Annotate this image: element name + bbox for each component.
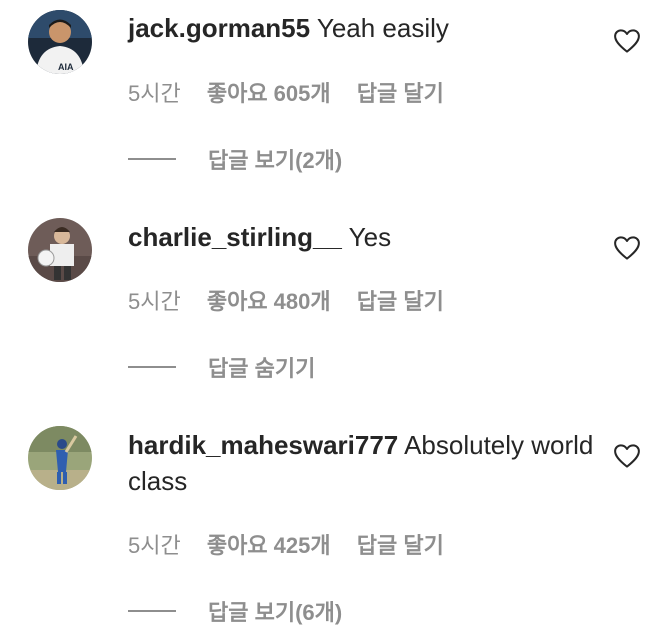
comment-meta: 5시간 좋아요 425개 답글 달기 xyxy=(128,528,464,560)
svg-text:AIA: AIA xyxy=(58,62,74,72)
view-replies-toggle[interactable]: 답글 보기(2개) xyxy=(128,143,342,175)
hide-replies-toggle[interactable]: 답글 숨기기 xyxy=(128,351,315,383)
avatar-photo xyxy=(28,218,92,282)
comment-body: Yes xyxy=(348,222,392,252)
like-heart-icon[interactable] xyxy=(612,26,642,56)
like-heart-icon[interactable] xyxy=(612,441,642,471)
replies-toggle-label[interactable]: 답글 보기(6개) xyxy=(208,595,342,627)
avatar-photo: AIA xyxy=(28,10,92,74)
comment-meta: 5시간 좋아요 480개 답글 달기 xyxy=(128,284,464,316)
reply-button[interactable]: 답글 달기 xyxy=(357,81,444,106)
view-replies-toggle[interactable]: 답글 보기(6개) xyxy=(128,595,342,627)
comment-likes-count[interactable]: 좋아요 605개 xyxy=(207,81,331,106)
replies-toggle-label[interactable]: 답글 숨기기 xyxy=(208,351,315,383)
comment-text: hardik_maheswari777 Absolutely world cla… xyxy=(128,427,598,499)
reply-button[interactable]: 답글 달기 xyxy=(357,533,444,558)
avatar[interactable] xyxy=(28,426,92,490)
comment-meta: 5시간 좋아요 605개 답글 달기 xyxy=(128,76,464,108)
comment-timestamp: 5시간 xyxy=(128,81,181,106)
avatar[interactable]: AIA xyxy=(28,10,92,74)
replies-divider-line xyxy=(128,610,176,612)
comment-text: charlie_stirling__ Yes xyxy=(128,219,598,255)
replies-divider-line xyxy=(128,366,176,368)
like-heart-icon[interactable] xyxy=(612,233,642,263)
replies-toggle-label[interactable]: 답글 보기(2개) xyxy=(208,143,342,175)
comment-username[interactable]: hardik_maheswari777 xyxy=(128,430,398,460)
comment-username[interactable]: charlie_stirling__ xyxy=(128,222,342,252)
replies-divider-line xyxy=(128,158,176,160)
avatar[interactable] xyxy=(28,218,92,282)
comment-timestamp: 5시간 xyxy=(128,289,181,314)
avatar-photo xyxy=(28,426,92,490)
reply-button[interactable]: 답글 달기 xyxy=(357,289,444,314)
comment-text: jack.gorman55 Yeah easily xyxy=(128,10,598,46)
comment-username[interactable]: jack.gorman55 xyxy=(128,13,310,43)
comment-likes-count[interactable]: 좋아요 480개 xyxy=(207,289,331,314)
comment-likes-count[interactable]: 좋아요 425개 xyxy=(207,533,331,558)
comment-body: Yeah easily xyxy=(316,13,449,43)
comment-timestamp: 5시간 xyxy=(128,533,181,558)
